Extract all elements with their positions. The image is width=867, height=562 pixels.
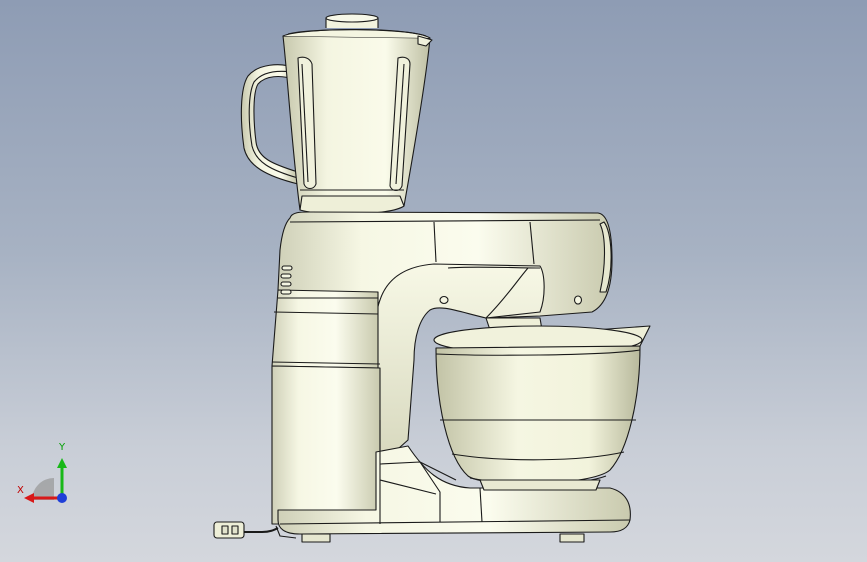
- blender-jar[interactable]: [240, 13, 433, 215]
- mixer-model[interactable]: [0, 0, 867, 562]
- x-axis-label: X: [17, 485, 24, 496]
- mixing-bowl[interactable]: [433, 317, 651, 491]
- y-arrow-icon: [57, 458, 67, 468]
- cad-viewport[interactable]: X Y: [0, 0, 867, 562]
- z-axis-dot-icon: [57, 493, 67, 503]
- coordinate-triad: X Y: [10, 440, 80, 510]
- x-arrow-icon: [24, 493, 34, 503]
- triad-graphic: [24, 458, 67, 503]
- power-cord: [213, 521, 279, 539]
- y-axis-label: Y: [59, 442, 66, 453]
- tower-body[interactable]: [271, 265, 381, 525]
